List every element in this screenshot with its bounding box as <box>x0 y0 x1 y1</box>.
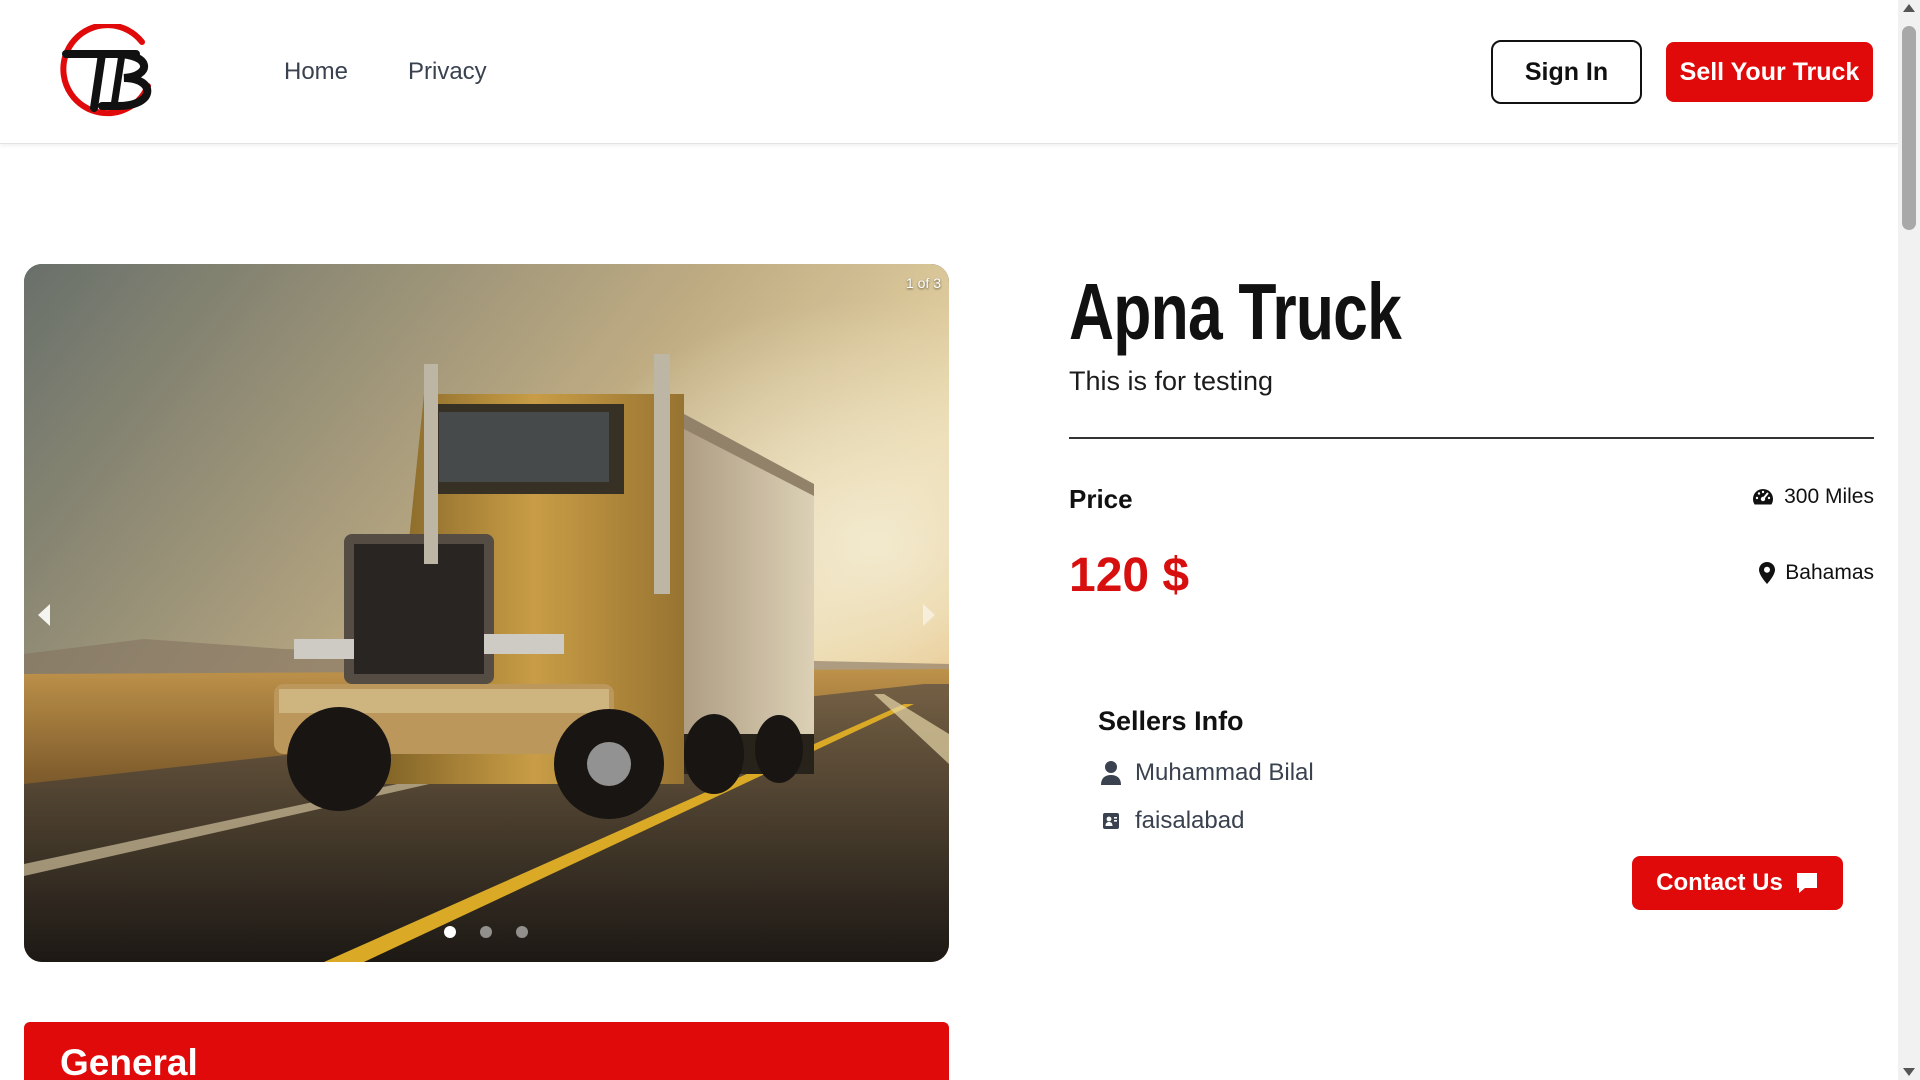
page-scrollbar[interactable] <box>1898 0 1920 1080</box>
nav-privacy[interactable]: Privacy <box>408 58 487 86</box>
carousel-dot-3[interactable] <box>516 926 528 938</box>
mileage-info: 300 Miles <box>1752 485 1874 509</box>
truck-photo <box>24 264 949 962</box>
carousel-dot-2[interactable] <box>480 926 492 938</box>
previous-slide-icon[interactable] <box>38 604 50 626</box>
contact-us-label: Contact Us <box>1656 869 1783 896</box>
address-card-icon <box>1103 813 1119 829</box>
price-value: 120 $ <box>1069 549 1190 602</box>
user-icon <box>1101 761 1121 785</box>
listing-description: This is for testing <box>1069 366 1274 396</box>
truck-image-carousel[interactable]: 1 of 3 <box>24 264 949 962</box>
sell-your-truck-button[interactable]: Sell Your Truck <box>1666 42 1873 102</box>
next-slide-icon[interactable] <box>923 604 935 626</box>
scroll-thumb[interactable] <box>1902 26 1916 230</box>
seller-name: Muhammad Bilal <box>1135 759 1314 786</box>
slide-counter: 1 of 3 <box>905 275 941 291</box>
scroll-up-arrow-icon[interactable] <box>1903 4 1915 12</box>
site-header: Home Privacy Sign In Sell Your Truck <box>0 0 1898 144</box>
general-heading: General <box>60 1042 198 1080</box>
seller-name-row: Muhammad Bilal <box>1101 759 1314 787</box>
scroll-down-arrow-icon[interactable] <box>1903 1068 1915 1076</box>
speedometer-icon <box>1753 489 1774 505</box>
chat-bubble-icon <box>1796 873 1817 893</box>
brand-logo[interactable] <box>56 22 160 118</box>
location-value: Bahamas <box>1785 561 1874 584</box>
listing-title: Apna Truck <box>1069 267 1402 356</box>
location-info: Bahamas <box>1759 561 1874 585</box>
sign-in-button[interactable]: Sign In <box>1491 40 1642 104</box>
contact-us-button[interactable]: Contact Us <box>1632 856 1843 910</box>
carousel-dot-1[interactable] <box>444 926 456 938</box>
sellers-info-heading: Sellers Info <box>1098 706 1244 736</box>
section-divider <box>1069 437 1874 439</box>
map-pin-icon <box>1759 562 1776 584</box>
mileage-value: 300 Miles <box>1784 485 1874 508</box>
tb-logo-icon <box>60 22 152 117</box>
seller-city-row: faisalabad <box>1101 807 1244 835</box>
price-label: Price <box>1069 484 1133 514</box>
nav-home[interactable]: Home <box>284 58 348 86</box>
seller-city: faisalabad <box>1135 807 1245 834</box>
carousel-indicators <box>444 926 528 938</box>
general-section-header: General <box>24 1022 949 1080</box>
